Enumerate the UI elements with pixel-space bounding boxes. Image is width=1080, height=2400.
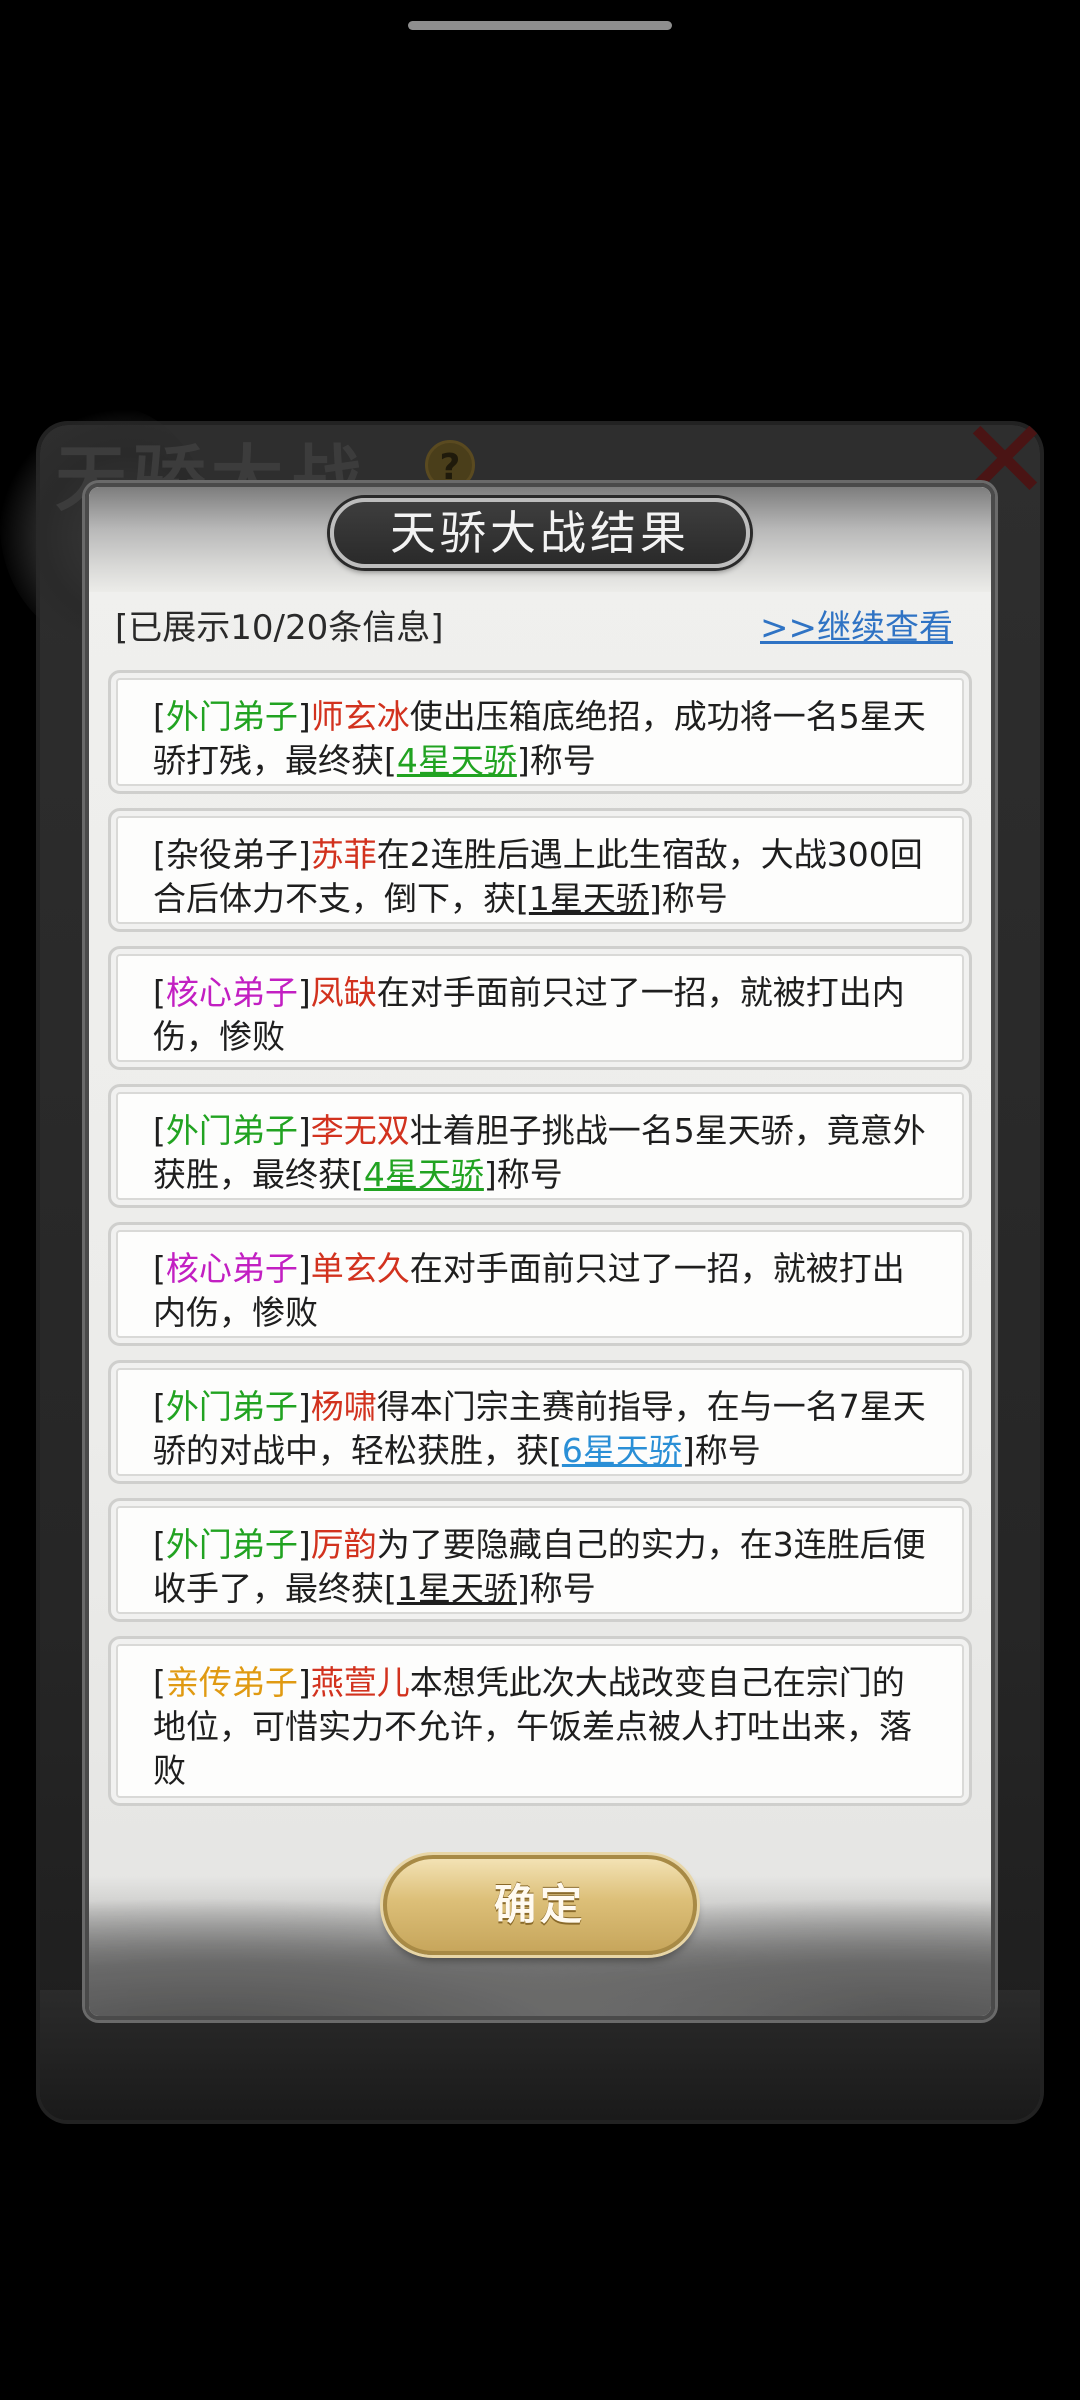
- disciple-name: 凤缺: [310, 973, 377, 1012]
- result-card: [核心弟子]凤缺在对手面前只过了一招，就被打出内伤，惨败: [108, 946, 972, 1070]
- background-text: [0, 205, 1080, 253]
- confirm-button-label: 确定: [493, 1880, 586, 1929]
- result-text: [外门弟子]李无双壮着胆子挑战一名5星天骄，竟意外获胜，最终获[4星天骄]称号: [153, 1111, 926, 1194]
- title-suffix: 称号: [661, 879, 728, 918]
- title-suffix: 称号: [694, 1431, 761, 1470]
- disciple-rank: 外门弟子: [165, 1525, 298, 1564]
- earned-title: 4星天骄: [396, 741, 517, 780]
- title-suffix: 称号: [529, 741, 596, 780]
- disciple-name: 燕萱儿: [310, 1663, 410, 1702]
- result-text: [核心弟子]凤缺在对手面前只过了一招，就被打出内伤，惨败: [153, 973, 905, 1056]
- disciple-rank: 外门弟子: [165, 697, 298, 736]
- result-text: [外门弟子]厉韵为了要隐藏自己的实力，在3连胜后便收手了，最终获[1星天骄]称号: [153, 1525, 926, 1608]
- continue-viewing-link[interactable]: >>继续查看: [760, 600, 953, 649]
- result-card: [杂役弟子]苏菲在2连胜后遇上此生宿敌，大战300回合后体力不支，倒下，获[1星…: [108, 808, 972, 932]
- title-suffix: 称号: [496, 1155, 563, 1194]
- dialog-title: 天骄大战结果: [390, 506, 690, 560]
- home-indicator[interactable]: [408, 21, 672, 30]
- earned-title: 4星天骄: [363, 1155, 484, 1194]
- title-suffix: 称号: [529, 1569, 596, 1608]
- result-card: [外门弟子]杨啸得本门宗主赛前指导，在与一名7星天骄的对战中，轻松获胜，获[6星…: [108, 1360, 972, 1484]
- disciple-rank: 外门弟子: [165, 1387, 298, 1426]
- result-text: [核心弟子]单玄久在对手面前只过了一招，就被打出内伤，惨败: [153, 1249, 905, 1332]
- result-card: [外门弟子]厉韵为了要隐藏自己的实力，在3连胜后便收手了，最终获[1星天骄]称号: [108, 1498, 972, 1622]
- earned-title: 1星天骄: [396, 1569, 517, 1608]
- result-text: [亲传弟子]燕萱儿本想凭此次大战改变自己在宗门的地位，可惜实力不允许，午饭差点被…: [153, 1663, 912, 1790]
- disciple-name: 厉韵: [310, 1525, 377, 1564]
- disciple-rank: 核心弟子: [165, 973, 298, 1012]
- result-text: [外门弟子]师玄冰使出压箱底绝招，成功将一名5星天骄打残，最终获[4星天骄]称号: [153, 697, 926, 780]
- disciple-name: 单玄久: [310, 1249, 410, 1288]
- disciple-name: 苏菲: [310, 835, 377, 874]
- confirm-button[interactable]: 确定: [383, 1855, 697, 1955]
- earned-title: 1星天骄: [528, 879, 649, 918]
- disciple-rank: 杂役弟子: [165, 835, 298, 874]
- screen: 天骄大战 ? ✕ 天骄大战结果 [已展示10/20条信息] >>继续查看 [外门…: [0, 0, 1080, 2400]
- disciple-rank: 亲传弟子: [165, 1663, 298, 1702]
- dialog-title-plaque: 天骄大战结果: [330, 498, 750, 568]
- result-list[interactable]: [外门弟子]师玄冰使出压箱底绝招，成功将一名5星天骄打残，最终获[4星天骄]称号…: [108, 670, 972, 1810]
- disciple-name: 师玄冰: [310, 697, 410, 736]
- background-text: [80, 270, 1080, 318]
- result-card: [外门弟子]师玄冰使出压箱底绝招，成功将一名5星天骄打残，最终获[4星天骄]称号: [108, 670, 972, 794]
- result-card: [亲传弟子]燕萱儿本想凭此次大战改变自己在宗门的地位，可惜实力不允许，午饭差点被…: [108, 1636, 972, 1806]
- result-card: [外门弟子]李无双壮着胆子挑战一名5星天骄，竟意外获胜，最终获[4星天骄]称号: [108, 1084, 972, 1208]
- result-text: [外门弟子]杨啸得本门宗主赛前指导，在与一名7星天骄的对战中，轻松获胜，获[6星…: [153, 1387, 926, 1470]
- info-count: [已展示10/20条信息]: [115, 608, 444, 648]
- disciple-rank: 核心弟子: [165, 1249, 298, 1288]
- result-card: [核心弟子]单玄久在对手面前只过了一招，就被打出内伤，惨败: [108, 1222, 972, 1346]
- result-text: [杂役弟子]苏菲在2连胜后遇上此生宿敌，大战300回合后体力不支，倒下，获[1星…: [153, 835, 923, 918]
- earned-title: 6星天骄: [561, 1431, 682, 1470]
- disciple-rank: 外门弟子: [165, 1111, 298, 1150]
- disciple-name: 杨啸: [310, 1387, 377, 1426]
- disciple-name: 李无双: [310, 1111, 410, 1150]
